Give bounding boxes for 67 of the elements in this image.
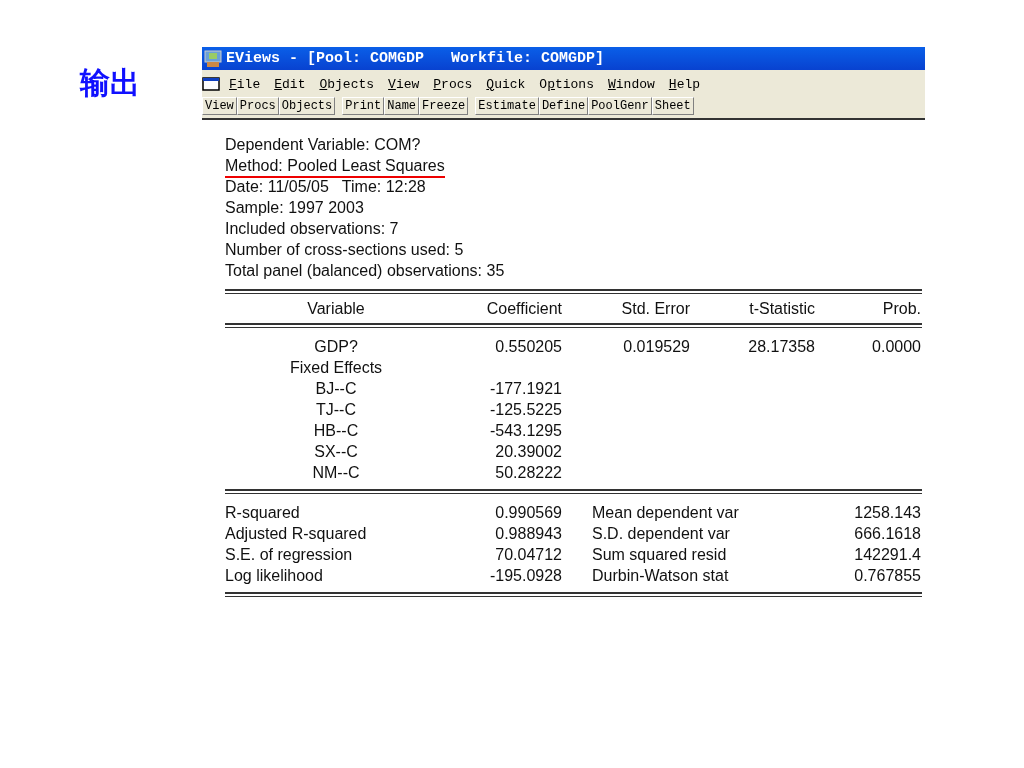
column-header: Prob.: [881, 299, 921, 319]
toolbar-button[interactable]: Sheet: [651, 97, 694, 115]
toolbar-button[interactable]: Objects: [278, 97, 336, 115]
column-header: Variable: [306, 299, 366, 319]
toolbar-button[interactable]: Freeze: [419, 97, 469, 115]
toolbar-button[interactable]: Name: [384, 97, 420, 115]
table-cell-text: 50.28222: [494, 463, 562, 483]
menu-item[interactable]: View: [383, 76, 425, 92]
table-cell-text: SX--C: [313, 442, 359, 462]
table-cell-text: 666.1618: [853, 524, 921, 544]
menu-item[interactable]: Quick: [481, 76, 531, 92]
table-cell-text: R-squared: [225, 503, 301, 523]
table-cell-text: -543.1295: [488, 421, 562, 441]
table-cell-text: Log likelihood: [225, 566, 324, 586]
column-header: Std. Error: [620, 299, 690, 319]
app-icon: [204, 49, 222, 68]
toolbar-button[interactable]: Print: [342, 97, 385, 115]
menu-item[interactable]: Procs: [428, 76, 478, 92]
table-cell-text: HB--C: [312, 421, 360, 441]
table-cell-text: -177.1921: [488, 379, 562, 399]
table-cell-text: 0.988943: [494, 524, 562, 544]
toolbar-button[interactable]: Procs: [236, 97, 279, 115]
table-cell-text: Durbin-Watson stat: [591, 566, 730, 586]
table-cell-text: GDP?: [313, 337, 359, 357]
table-cell-text: S.E. of regression: [225, 545, 354, 565]
output-line: Dependent Variable: COM?: [225, 135, 421, 155]
table-cell-text: TJ--C: [315, 400, 357, 420]
table-cell-text: Adjusted R-squared: [225, 524, 368, 544]
table-cell-text: 0.550205: [494, 337, 562, 357]
table-cell-text: S.D. dependent var: [591, 524, 731, 544]
table-cell-text: Mean dependent var: [591, 503, 740, 523]
toolbar-button[interactable]: Estimate: [475, 97, 539, 115]
toolbar-button[interactable]: PoolGenr: [588, 97, 652, 115]
table-cell-text: 0.019529: [622, 337, 690, 357]
menu-item[interactable]: Objects: [314, 76, 380, 92]
window-title: EViews - [Pool: COMGDP Workfile: COMGDP]: [226, 50, 605, 67]
table-cell-text: 0.0000: [871, 337, 921, 357]
output-line: Method: Pooled Least Squares: [225, 155, 445, 178]
output-line: Total panel (balanced) observations: 35: [225, 261, 505, 281]
output-line: Number of cross-sections used: 5: [225, 240, 464, 260]
table-cell-text: -195.0928: [488, 566, 562, 586]
menu-item[interactable]: Options: [534, 76, 599, 92]
menu-item[interactable]: Window: [603, 76, 660, 92]
table-cell-text: NM--C: [311, 463, 361, 483]
table-cell-text: 142291.4: [853, 545, 921, 565]
column-header: t-Statistic: [748, 299, 815, 319]
table-cell-text: 0.767855: [853, 566, 921, 586]
table-cell-text: BJ--C: [314, 379, 358, 399]
output-line: Included observations: 7: [225, 219, 399, 239]
table-cell-text: 0.990569: [494, 503, 562, 523]
output-line: Date: 11/05/05 Time: 12:28: [225, 177, 426, 197]
table-cell-text: -125.5225: [488, 400, 562, 420]
column-header: Coefficient: [485, 299, 562, 319]
table-cell-text: 70.04712: [494, 545, 562, 565]
output-line: Sample: 1997 2003: [225, 198, 364, 218]
table-cell-text: Fixed Effects: [288, 358, 384, 378]
table-cell-text: 28.17358: [747, 337, 815, 357]
toolbar-button[interactable]: View: [202, 97, 237, 115]
menu-item[interactable]: Edit: [269, 76, 311, 92]
toolbar-button[interactable]: Define: [538, 97, 589, 115]
window-icon[interactable]: [202, 77, 220, 91]
slide-label: 输出: [80, 68, 140, 102]
menu-item[interactable]: File: [224, 76, 266, 92]
table-cell-text: 20.39002: [494, 442, 562, 462]
menu-item[interactable]: Help: [663, 76, 706, 92]
table-cell-text: Sum squared resid: [591, 545, 728, 565]
table-cell-text: 1258.143: [853, 503, 921, 523]
